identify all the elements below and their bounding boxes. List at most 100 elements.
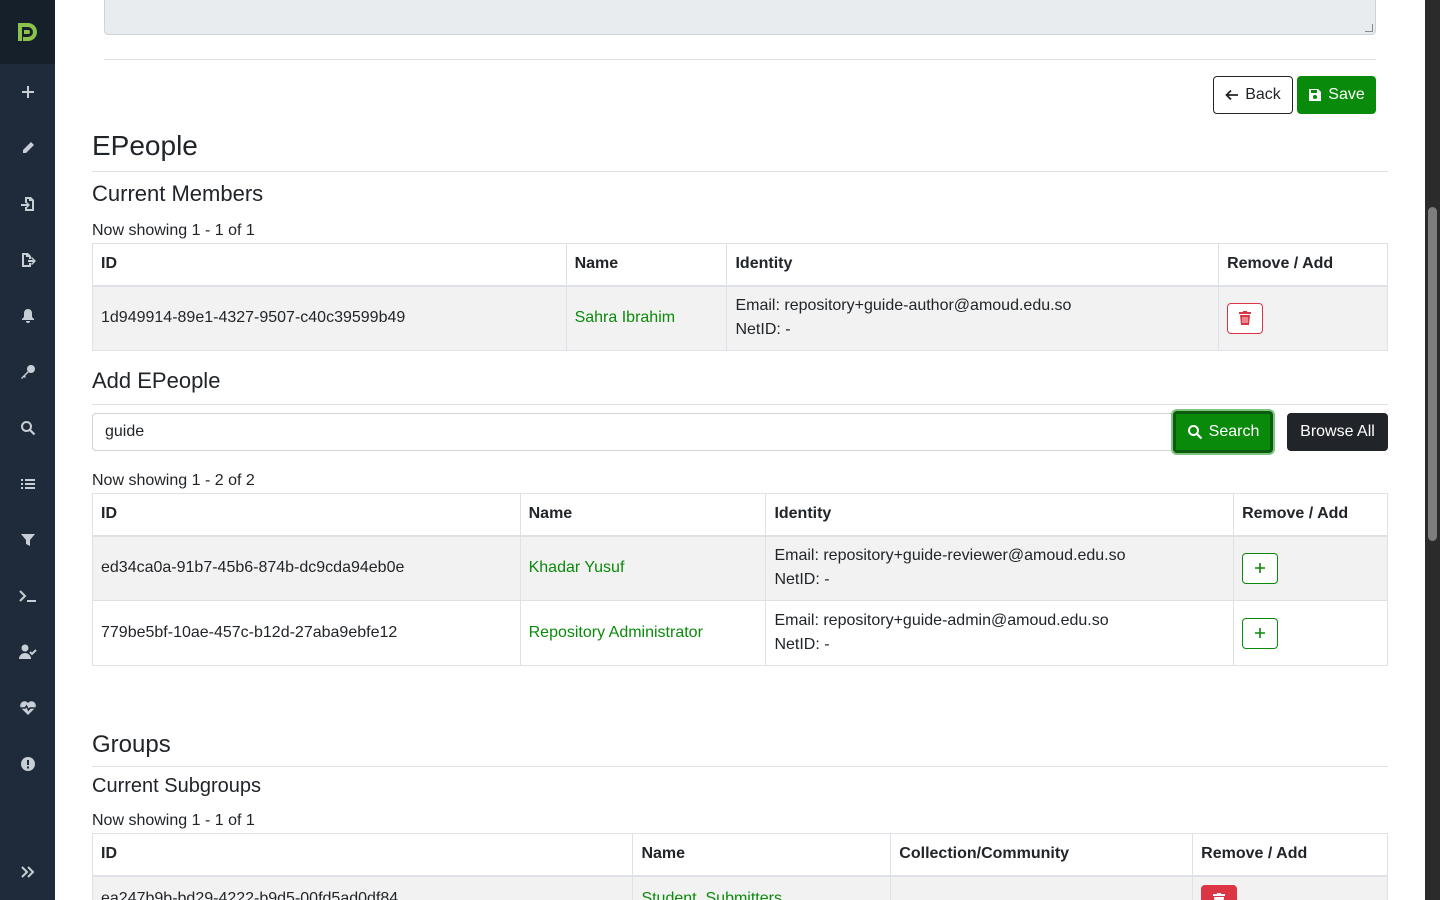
save-button[interactable]: Save [1297, 76, 1376, 114]
member-netid: NetID: - [735, 321, 791, 339]
file-export-icon [21, 253, 36, 267]
expand-icon [20, 866, 34, 878]
column-header-id: ID [91, 833, 634, 877]
plus-icon [1255, 563, 1266, 574]
eperson-netid: NetID: - [774, 571, 830, 589]
member-identity: Email: repository+guide-author@amoud.edu… [726, 285, 1220, 351]
sidebar-item-search[interactable] [0, 408, 55, 448]
add-member-button[interactable] [1242, 552, 1279, 584]
sidebar-item-workflow[interactable] [0, 632, 55, 672]
groups-divider [92, 766, 1388, 767]
page-scrollbar[interactable] [1425, 0, 1440, 900]
browse-all-button[interactable]: Browse All [1287, 413, 1388, 451]
list-icon [20, 479, 35, 489]
scrollbar-thumb[interactable] [1428, 207, 1437, 541]
filter-icon [20, 534, 35, 546]
sidebar-item-health[interactable] [0, 688, 55, 728]
group-description-textarea[interactable] [104, 0, 1376, 35]
eperson-id: ed34ca0a-91b7-45b6-874b-dc9cda94eb0e [92, 535, 521, 601]
member-email: Email: repository+guide-author@amoud.edu… [735, 297, 1072, 315]
key-icon [20, 365, 35, 379]
user-check-icon [18, 644, 37, 659]
search-icon [1187, 425, 1202, 440]
resize-grip[interactable] [1365, 24, 1373, 32]
current-members-heading: Current Members [92, 181, 264, 206]
bell-icon [21, 309, 34, 323]
search-icon [20, 421, 35, 436]
subgroup-actions [1192, 875, 1388, 900]
trash-icon [1213, 893, 1226, 900]
sidebar-item-export[interactable] [0, 240, 55, 280]
eperson-identity: Email: repository+guide-reviewer@amoud.e… [765, 535, 1235, 601]
eperson-name-link[interactable]: Repository Administrator [519, 600, 767, 666]
sidebar-item-system-wide-alert[interactable] [0, 744, 55, 784]
dspace-logo-icon [17, 23, 37, 41]
member-actions [1218, 285, 1388, 351]
heartbeat-icon [19, 701, 36, 715]
table-row: ea247b9b-bd29-4222-b9d5-00fd5ad0df84 Stu… [91, 875, 1388, 900]
sidebar-item-access-control[interactable] [0, 352, 55, 392]
column-header-id: ID [92, 243, 567, 287]
sidebar-item-curation[interactable] [0, 520, 55, 560]
eperson-actions [1233, 535, 1388, 601]
add-epeople-heading: Add EPeople [92, 368, 221, 393]
eperson-email: Email: repository+guide-admin@amoud.edu.… [774, 612, 1109, 629]
table-row: 1d949914-89e1-4327-9507-c40c39599b49 Sah… [92, 285, 1388, 351]
current-members-table: ID Name Identity Remove / Add 1d949914-8… [92, 243, 1388, 351]
column-header-collection: Collection/Community [890, 833, 1194, 877]
groups-heading: Groups [92, 731, 171, 758]
sidebar-item-new[interactable] [0, 72, 55, 112]
column-header-identity: Identity [765, 493, 1235, 537]
column-header-name: Name [632, 833, 892, 877]
search-results-count: Now showing 1 - 2 of 2 [92, 472, 255, 489]
column-header-name: Name [565, 243, 728, 287]
eperson-name-link[interactable]: Khadar Yusuf [519, 535, 767, 601]
info-circle-icon [20, 757, 35, 771]
eperson-email: Email: repository+guide-reviewer@amoud.e… [774, 547, 1126, 565]
search-button-label: Search [1208, 423, 1260, 440]
column-header-remove-add: Remove / Add [1192, 833, 1388, 877]
save-icon [1309, 89, 1322, 101]
current-members-count: Now showing 1 - 1 of 1 [92, 222, 255, 239]
search-results-table: ID Name Identity Remove / Add ed34ca0a-9… [92, 493, 1388, 666]
eperson-identity: Email: repository+guide-admin@amoud.edu.… [765, 600, 1235, 666]
current-subgroups-count: Now showing 1 - 1 of 1 [92, 812, 255, 829]
subgroup-id: ea247b9b-bd29-4222-b9d5-00fd5ad0df84 [91, 875, 634, 900]
plus-icon [21, 86, 34, 98]
current-subgroups-table: ID Name Collection/Community Remove / Ad… [91, 833, 1388, 900]
file-import-icon [20, 197, 34, 211]
remove-subgroup-button[interactable] [1201, 884, 1238, 900]
back-button[interactable]: Back [1213, 76, 1293, 114]
subgroup-name-link[interactable]: Student_Submitters [632, 875, 892, 900]
back-button-label: Back [1245, 86, 1281, 103]
column-header-name: Name [519, 493, 767, 537]
terminal-icon [18, 590, 36, 602]
epeople-divider [92, 171, 1388, 172]
epeople-search-input[interactable] [92, 413, 1176, 451]
table-row: ed34ca0a-91b7-45b6-874b-dc9cda94eb0e Kha… [92, 535, 1388, 601]
eperson-id: 779be5bf-10ae-457c-b12d-27aba9ebfe12 [92, 600, 521, 666]
sidebar-item-notifications[interactable] [0, 296, 55, 336]
dspace-logo[interactable] [0, 0, 55, 64]
arrow-left-icon [1225, 89, 1239, 101]
sidebar-item-registries[interactable] [0, 464, 55, 504]
eperson-netid: NetID: - [774, 636, 830, 653]
member-name-link[interactable]: Sahra Ibrahim [565, 285, 728, 351]
form-divider [104, 59, 1376, 60]
remove-member-button[interactable] [1227, 302, 1264, 334]
column-header-identity: Identity [726, 243, 1220, 287]
member-id: 1d949914-89e1-4327-9507-c40c39599b49 [92, 285, 567, 351]
current-subgroups-heading: Current Subgroups [92, 775, 261, 797]
main-content: Back Save EPeople Current Members Now sh… [55, 0, 1425, 900]
column-header-id: ID [92, 493, 521, 537]
sidebar-expand-toggle[interactable] [0, 852, 55, 892]
add-member-button[interactable] [1242, 617, 1279, 649]
browse-all-label: Browse All [1300, 423, 1375, 440]
add-epeople-divider [92, 404, 1388, 405]
pencil-icon [22, 142, 34, 153]
search-button[interactable]: Search [1173, 411, 1273, 453]
sidebar-item-import[interactable] [0, 184, 55, 224]
sidebar-item-edit[interactable] [0, 128, 55, 168]
column-header-remove-add: Remove / Add [1218, 243, 1388, 287]
sidebar-item-processes[interactable] [0, 576, 55, 616]
